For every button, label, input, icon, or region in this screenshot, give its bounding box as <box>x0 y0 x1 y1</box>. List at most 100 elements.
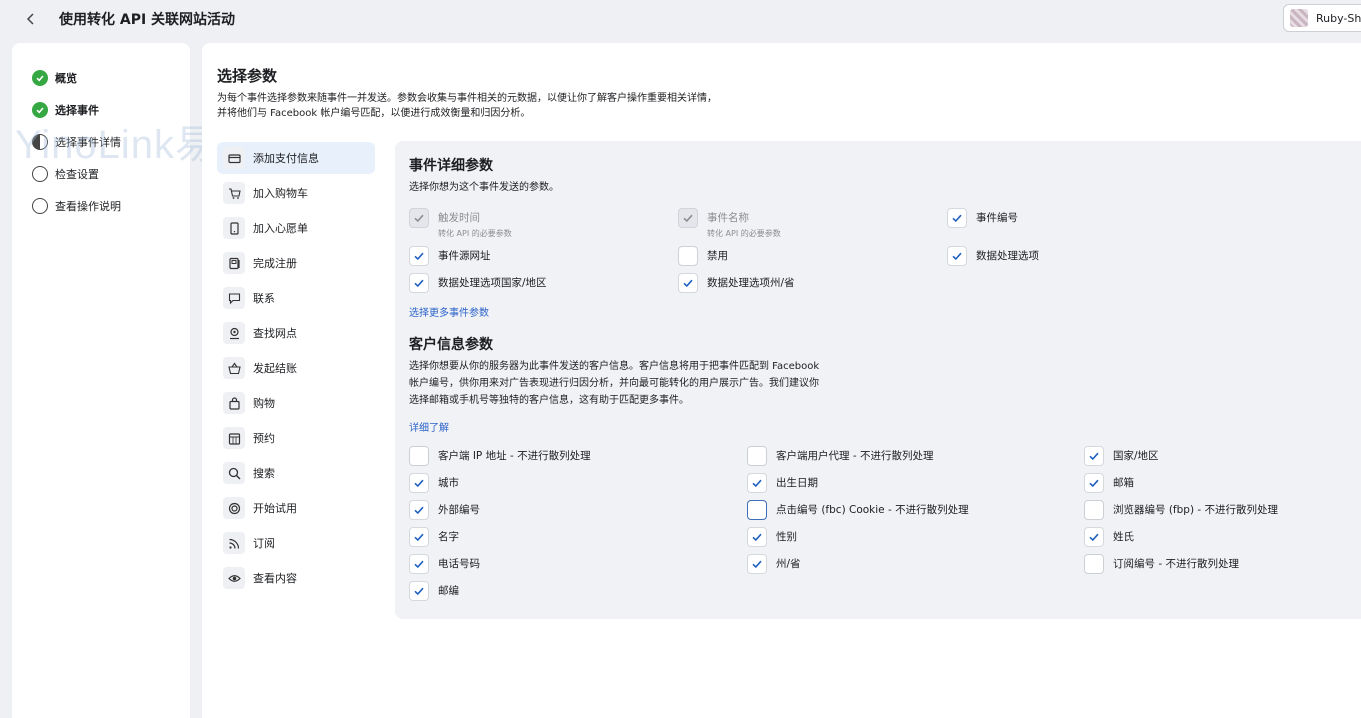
checkbox-label: 数据处理选项州/省 <box>707 277 795 289</box>
checkbox[interactable] <box>409 246 429 266</box>
avatar <box>1290 9 1308 27</box>
checkbox[interactable] <box>1084 527 1104 547</box>
parameter-checkbox[interactable]: 订阅编号 - 不进行散列处理 <box>1084 554 1239 574</box>
parameter-checkbox[interactable]: 邮编 <box>409 581 459 601</box>
checkbox-label: 事件编号 <box>976 212 1018 224</box>
step-label: 查看操作说明 <box>55 200 121 213</box>
step-select-event[interactable]: 选择事件 <box>32 102 99 118</box>
parameter-checkbox[interactable]: 数据处理选项国家/地区 <box>409 273 547 293</box>
parameter-checkbox[interactable]: 邮箱 <box>1084 473 1134 493</box>
checkbox[interactable] <box>409 527 429 547</box>
checkbox-label: 客户端用户代理 - 不进行散列处理 <box>776 450 934 462</box>
credit-card-icon <box>223 147 245 169</box>
checkbox[interactable] <box>747 554 767 574</box>
checkbox[interactable] <box>1084 473 1104 493</box>
checkbox[interactable] <box>678 246 698 266</box>
parameter-checkbox[interactable]: 城市 <box>409 473 459 493</box>
checkbox[interactable] <box>1084 500 1104 520</box>
checkmark-icon <box>952 252 962 261</box>
event-item-add-to-wishlist[interactable]: 加入心愿单 <box>217 212 375 244</box>
checkbox-label: 姓氏 <box>1113 531 1134 543</box>
checkbox-label: 订阅编号 - 不进行散列处理 <box>1113 558 1239 570</box>
checkbox-label: 国家/地区 <box>1113 450 1159 462</box>
event-item-purchase[interactable]: 购物 <box>217 387 375 419</box>
checkbox[interactable] <box>409 446 429 466</box>
checkbox-label: 邮编 <box>438 585 459 597</box>
checkbox[interactable] <box>678 273 698 293</box>
parameter-checkbox[interactable]: 客户端用户代理 - 不进行散列处理 <box>747 446 933 466</box>
parameter-checkbox[interactable]: 浏览器编号 (fbp) - 不进行散列处理 <box>1084 500 1278 520</box>
eye-icon <box>223 567 245 589</box>
account-switcher[interactable]: Ruby-Sh <box>1283 4 1361 32</box>
event-item-add-to-cart[interactable]: 加入购物车 <box>217 177 375 209</box>
step-view-instructions[interactable]: 查看操作说明 <box>32 198 121 214</box>
registration-icon <box>223 252 245 274</box>
parameter-checkbox[interactable]: 禁用 <box>678 246 728 266</box>
event-label: 发起结账 <box>253 362 297 375</box>
checkbox[interactable] <box>947 246 967 266</box>
parameter-checkbox[interactable]: 州/省 <box>747 554 801 574</box>
event-item-complete-registration[interactable]: 完成注册 <box>217 247 375 279</box>
checkbox[interactable] <box>1084 554 1104 574</box>
event-item-initiate-checkout[interactable]: 发起结账 <box>217 352 375 384</box>
parameter-checkbox[interactable]: 数据处理选项州/省 <box>678 273 795 293</box>
checkbox[interactable] <box>747 527 767 547</box>
checkbox-text: 外部编号 <box>438 500 480 517</box>
parameter-checkbox[interactable]: 出生日期 <box>747 473 818 493</box>
checkbox-text: 数据处理选项 <box>976 246 1039 263</box>
checkbox-label: 性别 <box>776 531 797 543</box>
checkbox[interactable] <box>409 500 429 520</box>
parameter-checkbox[interactable]: 国家/地区 <box>1084 446 1159 466</box>
learn-more-link[interactable]: 详细了解 <box>409 419 449 434</box>
check-circle-icon <box>32 102 48 118</box>
parameter-checkbox[interactable]: 事件源网址 <box>409 246 491 266</box>
checkbox[interactable] <box>409 273 429 293</box>
event-item-search[interactable]: 搜索 <box>217 457 375 489</box>
parameter-checkbox[interactable]: 客户端 IP 地址 - 不进行散列处理 <box>409 446 591 466</box>
checkbox-label: 电话号码 <box>438 558 480 570</box>
checkbox-text: 禁用 <box>707 246 728 263</box>
event-item-start-trial[interactable]: 开始试用 <box>217 492 375 524</box>
checkbox-text: 国家/地区 <box>1113 446 1159 463</box>
parameter-checkbox[interactable]: 事件编号 <box>947 208 1018 228</box>
more-event-params-link[interactable]: 选择更多事件参数 <box>409 304 489 319</box>
page-title: 使用转化 API 关联网站活动 <box>59 12 236 28</box>
parameter-checkbox[interactable]: 性别 <box>747 527 797 547</box>
step-review-settings[interactable]: 检查设置 <box>32 166 99 182</box>
event-item-subscribe[interactable]: 订阅 <box>217 527 375 559</box>
parameter-checkbox[interactable]: 点击编号 (fbc) Cookie - 不进行散列处理 <box>747 500 969 520</box>
checkbox-text: 名字 <box>438 527 459 544</box>
step-event-details[interactable]: 选择事件详情 <box>32 134 121 150</box>
checkmark-icon <box>1089 452 1099 461</box>
parameter-checkbox[interactable]: 数据处理选项 <box>947 246 1039 266</box>
parameter-checkbox[interactable]: 姓氏 <box>1084 527 1134 547</box>
event-label: 查找网点 <box>253 327 297 340</box>
parameter-checkbox[interactable]: 电话号码 <box>409 554 480 574</box>
step-overview[interactable]: 概览 <box>32 70 77 86</box>
parameter-checkbox[interactable]: 触发时间 转化 API 的必要参数 <box>409 208 512 239</box>
checkbox <box>409 208 429 228</box>
parameter-checkbox[interactable]: 外部编号 <box>409 500 480 520</box>
checkbox-label: 邮箱 <box>1113 477 1134 489</box>
event-item-add-payment-info[interactable]: 添加支付信息 <box>217 142 375 174</box>
checkbox[interactable] <box>747 473 767 493</box>
event-item-find-location[interactable]: 查找网点 <box>217 317 375 349</box>
checkbox-label: 事件源网址 <box>438 250 491 262</box>
checkbox[interactable] <box>1084 446 1104 466</box>
step-label: 检查设置 <box>55 168 99 181</box>
checkbox[interactable] <box>409 554 429 574</box>
calendar-icon <box>223 427 245 449</box>
parameter-checkbox[interactable]: 事件名称 转化 API 的必要参数 <box>678 208 781 239</box>
parameter-checkbox[interactable]: 名字 <box>409 527 459 547</box>
checkbox-label: 触发时间 <box>438 212 480 224</box>
checkbox[interactable] <box>747 446 767 466</box>
event-item-view-content[interactable]: 查看内容 <box>217 562 375 594</box>
event-item-contact[interactable]: 联系 <box>217 282 375 314</box>
event-item-schedule[interactable]: 预约 <box>217 422 375 454</box>
checkbox[interactable] <box>747 500 767 520</box>
checkbox[interactable] <box>409 473 429 493</box>
section-heading: 选择参数 <box>217 67 278 85</box>
checkbox[interactable] <box>409 581 429 601</box>
checkbox[interactable] <box>947 208 967 228</box>
back-button[interactable] <box>20 8 42 30</box>
